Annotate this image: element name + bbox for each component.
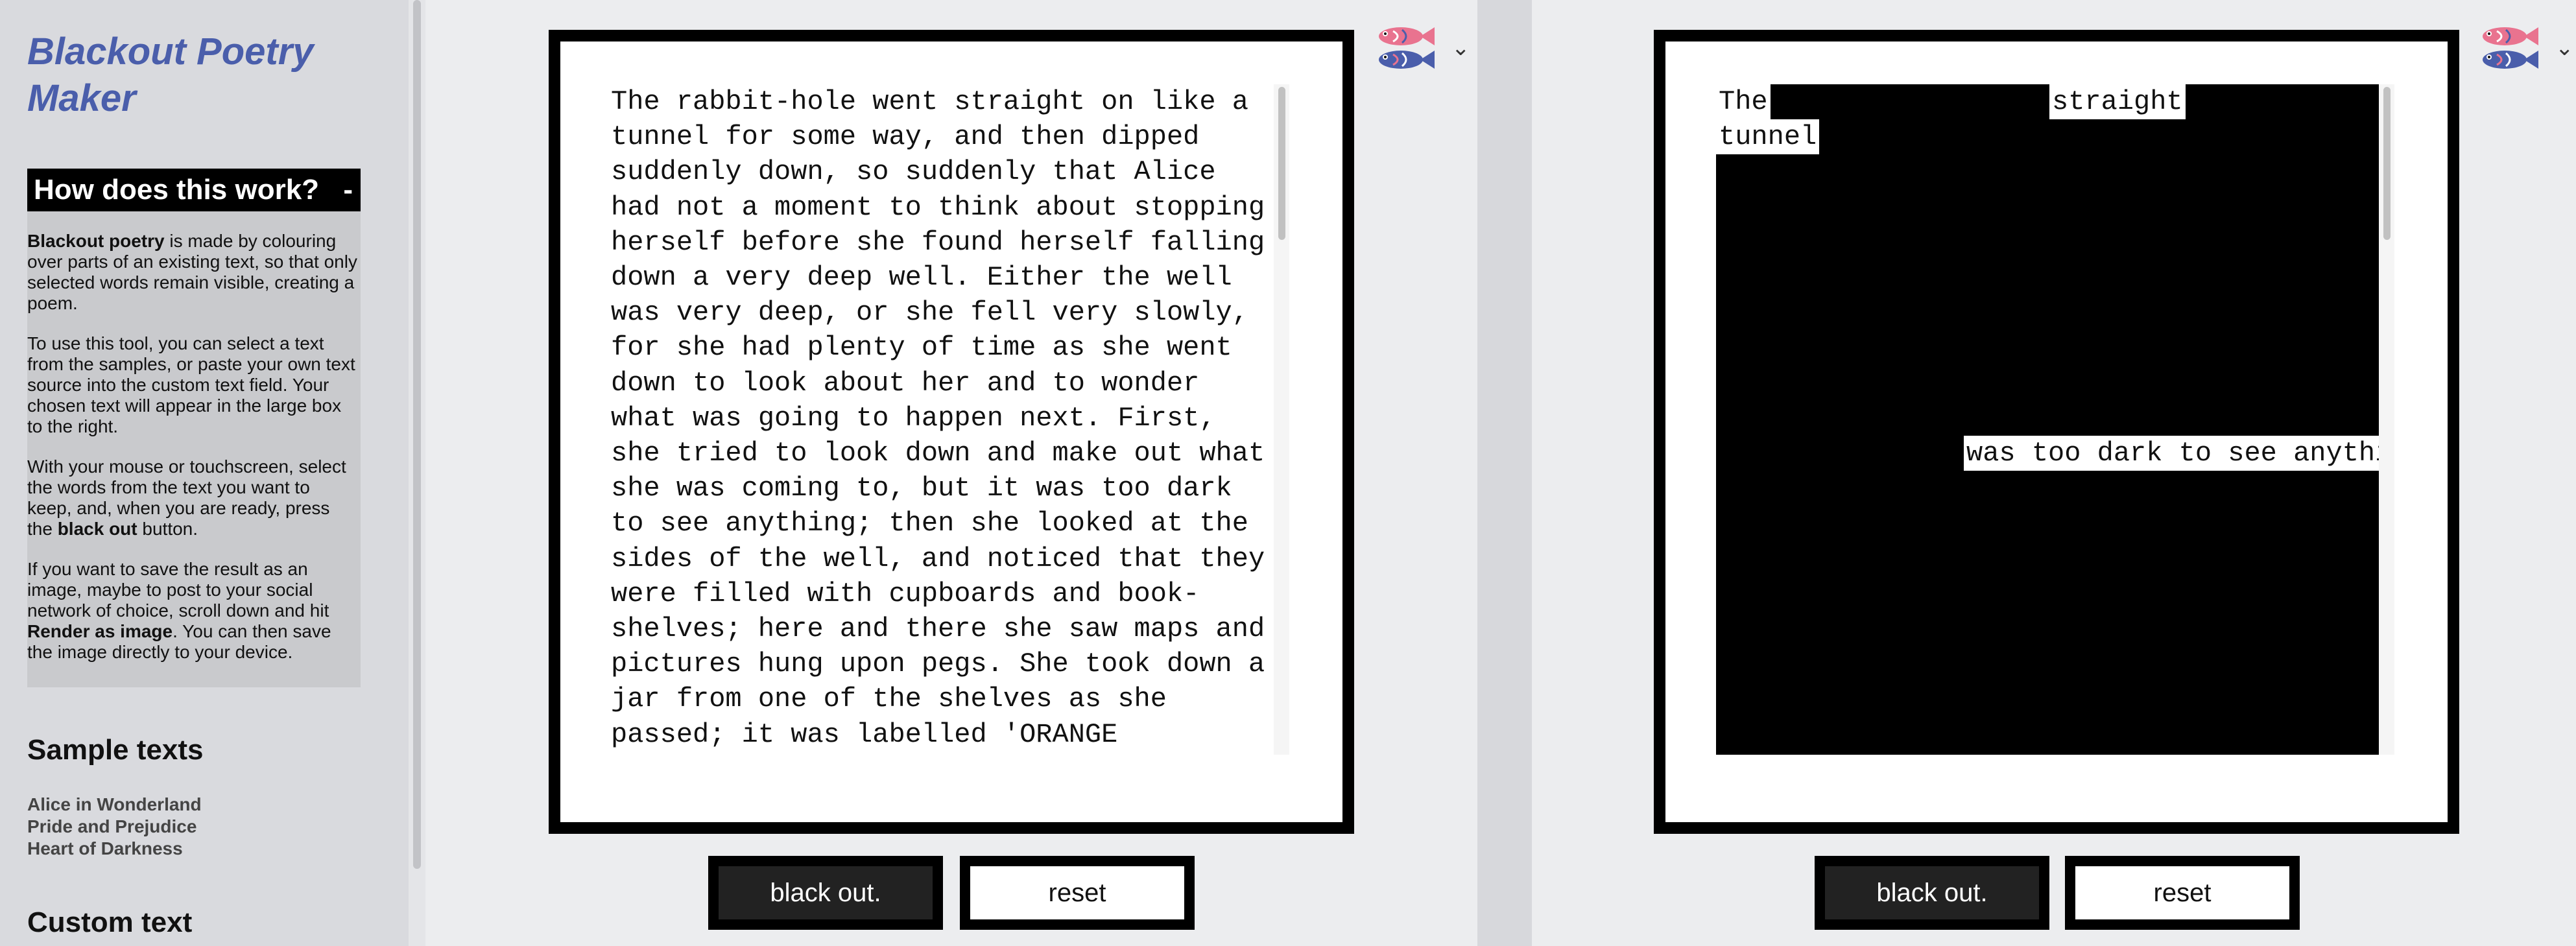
black-out-label: black out. xyxy=(719,866,933,919)
kept-word: tunnel xyxy=(1716,119,1820,154)
how-paragraph-3: With your mouse or touchscreen, select t… xyxy=(27,456,361,539)
source-text[interactable]: The rabbit-hole went straight on like a … xyxy=(611,84,1274,755)
source-panel: The rabbit-hole went straight on like a … xyxy=(425,0,1477,946)
chevron-down-icon[interactable]: ⌄ xyxy=(1451,35,1470,61)
reset-label: reset xyxy=(2075,866,2289,919)
custom-text-heading: Custom text xyxy=(27,906,193,938)
fish-top xyxy=(1379,27,1435,45)
black-out-button[interactable]: black out. xyxy=(708,856,943,930)
language-selector[interactable]: ⌄ xyxy=(1374,22,1471,75)
reset-button[interactable]: reset xyxy=(960,856,1195,930)
sidebar-scroll-thumb[interactable] xyxy=(413,0,421,869)
kept-word: The xyxy=(1716,84,1771,119)
fish-bottom xyxy=(2483,51,2538,69)
panel-divider xyxy=(1477,0,1532,946)
sample-link-pride[interactable]: Pride and Prejudice xyxy=(27,816,202,838)
result-text-frame: The straight tunnel was too dark to see … xyxy=(1654,30,2459,834)
how-paragraph-1: Blackout poetry is made by colouring ove… xyxy=(27,231,361,314)
blackout-area: The straight tunnel was too dark to see … xyxy=(1716,84,2379,755)
chevron-down-icon[interactable]: ⌄ xyxy=(2555,35,2574,61)
black-out-label: black out. xyxy=(1825,866,2039,919)
how-p3-bold: black out xyxy=(57,519,137,539)
sample-link-alice[interactable]: Alice in Wonderland xyxy=(27,794,202,816)
source-text-area[interactable]: The rabbit-hole went straight on like a … xyxy=(611,84,1274,755)
source-text-scroll-thumb[interactable] xyxy=(1278,87,1285,240)
how-p1-bold: Blackout poetry xyxy=(27,231,165,251)
result-panel: The straight tunnel was too dark to see … xyxy=(1532,0,2576,946)
source-text-box: The rabbit-hole went straight on like a … xyxy=(560,41,1342,822)
kept-phrase: was too dark to see anything; xyxy=(1964,436,2379,471)
fish-flag-icon xyxy=(1379,27,1435,69)
fish-top xyxy=(2483,27,2538,45)
sidebar: Blackout Poetry Maker How does this work… xyxy=(0,0,409,946)
language-selector[interactable]: ⌄ xyxy=(2477,22,2575,75)
how-p4-bold: Render as image xyxy=(27,621,173,641)
how-does-this-work-toggle[interactable]: How does this work? - xyxy=(27,169,361,211)
reset-button[interactable]: reset xyxy=(2065,856,2300,930)
kept-word: straight xyxy=(2049,84,2186,119)
sample-link-heart[interactable]: Heart of Darkness xyxy=(27,838,202,860)
fish-flag-icon xyxy=(2483,27,2538,69)
how-paragraph-2: To use this tool, you can select a text … xyxy=(27,333,355,436)
app-title: Blackout Poetry Maker xyxy=(27,30,314,119)
sample-texts-heading: Sample texts xyxy=(27,734,204,766)
source-text-frame: The rabbit-hole went straight on like a … xyxy=(549,30,1354,834)
source-text-scrollbar[interactable] xyxy=(1274,84,1289,755)
fish-bottom xyxy=(1379,51,1435,69)
how-description: Blackout poetry is made by colouring ove… xyxy=(27,211,361,687)
result-text-box: The straight tunnel was too dark to see … xyxy=(1665,41,2448,822)
result-text-scrollbar[interactable] xyxy=(2379,84,2394,755)
collapse-toggle-icon[interactable]: - xyxy=(343,169,353,211)
sample-texts-list: Alice in Wonderland Pride and Prejudice … xyxy=(27,794,202,860)
black-out-button[interactable]: black out. xyxy=(1815,856,2049,930)
how-paragraph-4: If you want to save the result as an ima… xyxy=(27,559,361,663)
how-p4-a: If you want to save the result as an ima… xyxy=(27,559,329,621)
result-text-scroll-thumb[interactable] xyxy=(2383,87,2391,240)
reset-label: reset xyxy=(970,866,1184,919)
sidebar-scrollbar[interactable] xyxy=(409,0,425,946)
how-heading: How does this work? xyxy=(34,174,320,206)
how-p3-b: button. xyxy=(137,519,198,539)
